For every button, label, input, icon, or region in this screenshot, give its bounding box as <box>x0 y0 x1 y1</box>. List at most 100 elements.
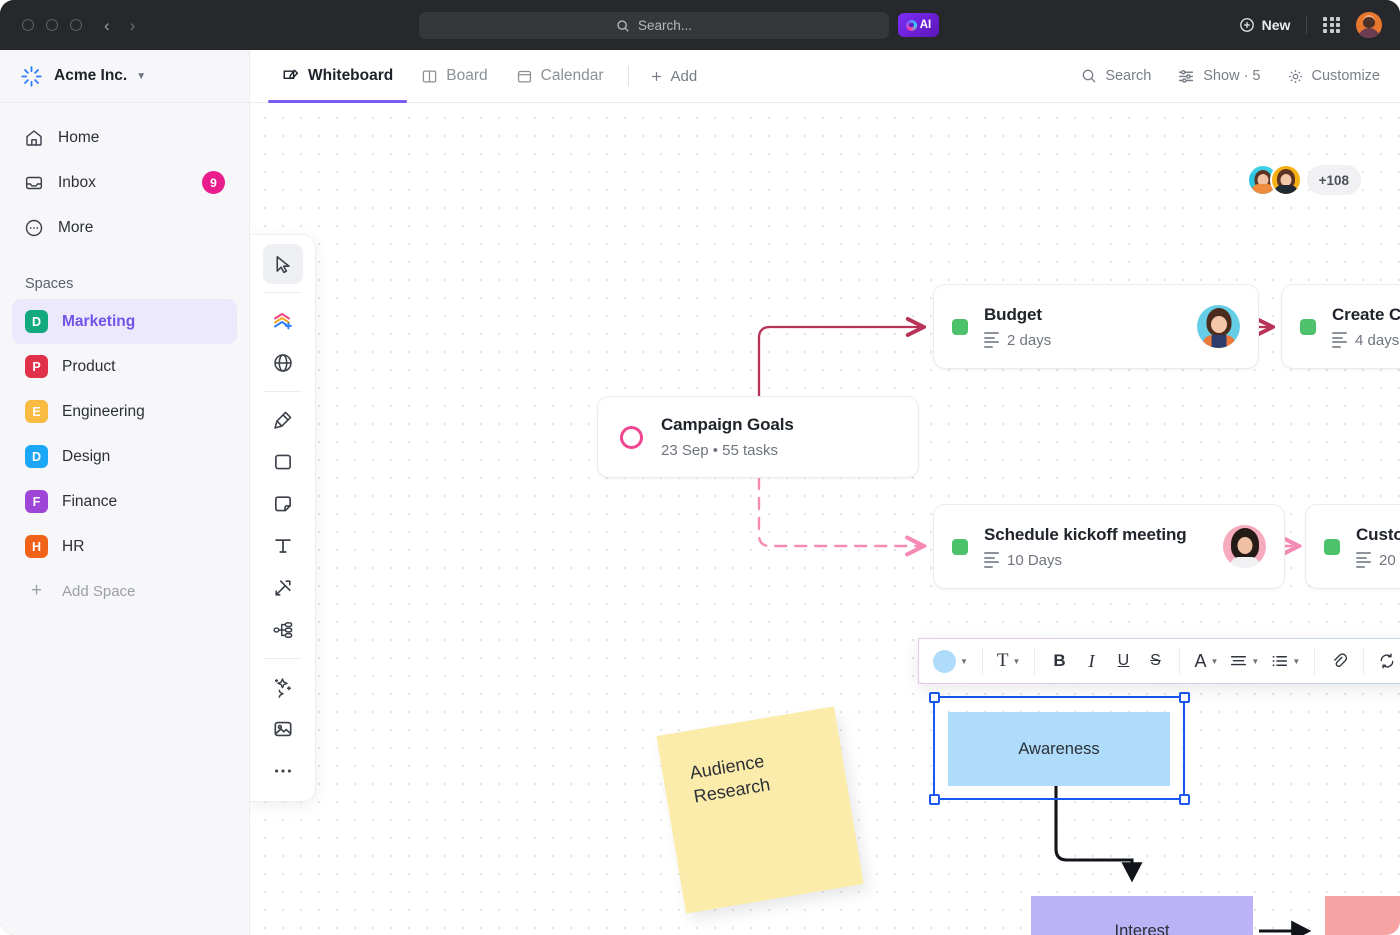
text-color-button[interactable]: A ▼ <box>1189 645 1223 677</box>
window-maximize-dot[interactable] <box>70 19 82 31</box>
whiteboard-icon <box>283 69 299 80</box>
sidebar-item-hr[interactable]: H HR <box>12 524 237 569</box>
sidebar-item-engineering[interactable]: E Engineering <box>12 389 237 434</box>
task-card-schedule-kickoff[interactable]: Schedule kickoff meeting 10 Days <box>933 504 1285 589</box>
collaborator-overflow-count[interactable]: +108 <box>1306 165 1361 195</box>
window-close-dot[interactable] <box>22 19 34 31</box>
more-tools-button[interactable] <box>263 751 303 791</box>
space-label: Marketing <box>62 312 136 330</box>
fill-group: ▼ <box>919 639 982 683</box>
fill-color-picker[interactable]: ▼ <box>928 645 973 677</box>
connector-add-tool[interactable] <box>263 301 303 341</box>
window-controls[interactable] <box>22 19 82 31</box>
space-avatar: D <box>25 445 48 468</box>
workspace-switcher[interactable]: Acme Inc. ▼ <box>0 50 249 103</box>
globe-icon <box>273 354 292 372</box>
whiteboard-toolbar <box>250 234 316 802</box>
connector-arrow-tool[interactable] <box>263 568 303 608</box>
space-label: Product <box>62 357 116 375</box>
task-card-customer-beta[interactable]: Customer Beta 20 days <box>1305 504 1400 589</box>
bold-button[interactable]: B <box>1044 645 1074 677</box>
sidebar-item-design[interactable]: D Design <box>12 434 237 479</box>
font-t-icon: T <box>996 650 1009 671</box>
double-arrow-icon <box>274 580 291 596</box>
sidebar-nav: Home Inbox 9 More <box>0 103 249 250</box>
rectangle-shape-tool[interactable] <box>263 442 303 482</box>
task-assignee-avatar[interactable] <box>1223 525 1266 568</box>
spaces-section-title: Spaces <box>25 276 74 292</box>
show-filters-button[interactable]: Show · 5 <box>1177 67 1261 85</box>
apps-grid-icon[interactable] <box>1323 16 1340 34</box>
task-group: Task ▼ <box>1364 639 1400 683</box>
fill-swatch-icon <box>933 649 956 673</box>
resize-handle-bottom-right[interactable] <box>1178 793 1190 805</box>
add-view-button[interactable]: Add <box>639 68 708 85</box>
collaborator-avatars[interactable]: +108 <box>1246 164 1361 196</box>
task-assignee-avatar[interactable] <box>1197 305 1240 348</box>
mind-map-tool[interactable] <box>263 610 303 650</box>
convert-task-button[interactable]: Task ▼ <box>1373 645 1400 677</box>
connector-goal-to-kickoff <box>757 476 922 546</box>
calendar-icon <box>517 70 531 83</box>
resize-handle-bottom-left[interactable] <box>928 793 940 805</box>
sidebar-item-inbox[interactable]: Inbox 9 <box>12 160 237 205</box>
space-label: Engineering <box>62 402 145 420</box>
italic-button[interactable]: I <box>1076 645 1106 677</box>
strikethrough-button[interactable]: S <box>1140 645 1170 677</box>
ai-button[interactable]: AI <box>898 13 939 37</box>
avatar[interactable] <box>1269 164 1302 196</box>
chevron-left-icon[interactable]: ‹ <box>98 15 116 36</box>
pen-highlighter-tool[interactable] <box>263 400 303 440</box>
add-space-button[interactable]: + Add Space <box>12 569 237 613</box>
underline-button[interactable]: U <box>1108 645 1138 677</box>
user-avatar[interactable] <box>1356 12 1382 38</box>
ai-magic-tool[interactable] <box>263 667 303 707</box>
window-minimize-dot[interactable] <box>46 19 58 31</box>
customize-button[interactable]: Customize <box>1287 68 1380 85</box>
sidebar-item-marketing[interactable]: D Marketing <box>12 299 237 344</box>
status-indicator <box>1300 318 1316 335</box>
task-card-create-campaign[interactable]: Create Campaign 4 days <box>1281 284 1400 369</box>
resize-handle-top-right[interactable] <box>1178 691 1190 703</box>
sidebar-item-home[interactable]: Home <box>12 115 237 160</box>
link-button[interactable] <box>1324 645 1354 677</box>
sidebar-item-more[interactable]: More <box>12 205 237 250</box>
task-card-budget[interactable]: Budget 2 days <box>933 284 1259 369</box>
tab-calendar[interactable]: Calendar <box>502 50 618 103</box>
shape-interest[interactable]: Interest <box>1031 896 1253 935</box>
status-indicator <box>952 538 968 555</box>
view-search-button[interactable]: Search <box>1081 68 1151 84</box>
search-input[interactable]: Search... <box>419 12 889 39</box>
font-family-picker[interactable]: T ▼ <box>992 645 1026 677</box>
globe-tool[interactable] <box>263 343 303 383</box>
sticky-note-tool[interactable] <box>263 484 303 524</box>
chevron-down-icon: ▼ <box>1210 656 1219 666</box>
resize-handle-top-left[interactable] <box>928 691 940 703</box>
sticky-note[interactable]: Audience Research <box>656 706 864 914</box>
new-button-label: New <box>1261 17 1291 33</box>
sidebar-item-label: Inbox <box>58 173 96 191</box>
chevron-right-icon[interactable]: › <box>124 15 142 36</box>
strikethrough-icon: S <box>1150 652 1161 669</box>
sidebar-item-finance[interactable]: F Finance <box>12 479 237 524</box>
list-button[interactable]: ▼ <box>1266 645 1305 677</box>
tab-board[interactable]: Board <box>407 50 501 103</box>
whiteboard-canvas[interactable]: +108 Campaign Goals 23 Sep • 55 tasks Bu… <box>250 103 1400 935</box>
align-button[interactable]: ▼ <box>1225 645 1264 677</box>
topbar-divider <box>1306 16 1308 34</box>
image-tool[interactable] <box>263 709 303 749</box>
selection-frame[interactable] <box>928 691 1190 805</box>
goal-card[interactable]: Campaign Goals 23 Sep • 55 tasks <box>597 396 919 478</box>
new-button[interactable]: New <box>1239 17 1291 33</box>
ai-ring-icon <box>905 19 917 31</box>
subtask-lines-icon <box>984 552 999 568</box>
tab-whiteboard[interactable]: Whiteboard <box>268 50 408 103</box>
main-area: Whiteboard Board Calendar Add Search Sho… <box>250 50 1400 935</box>
select-cursor-tool[interactable] <box>262 244 303 284</box>
sidebar: Acme Inc. ▼ Home Inbox 9 More Spaces D M… <box>0 50 250 935</box>
shape-decision[interactable]: Decision <box>1325 896 1400 935</box>
text-tool[interactable] <box>263 526 303 566</box>
highlighter-icon <box>273 411 291 429</box>
goal-card-meta: 23 Sep • 55 tasks <box>661 442 778 459</box>
sidebar-item-product[interactable]: P Product <box>12 344 237 389</box>
